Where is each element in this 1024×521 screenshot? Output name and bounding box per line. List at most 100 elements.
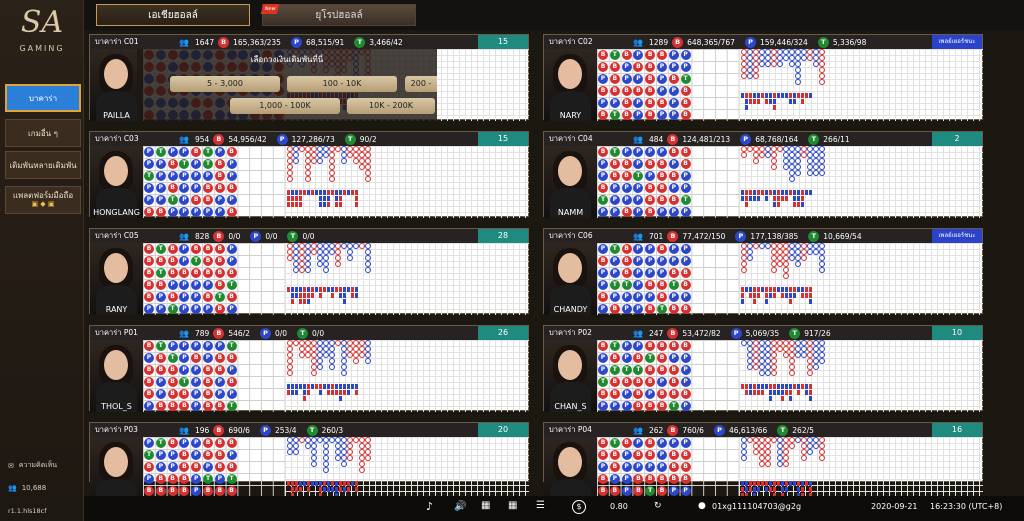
feedback-link[interactable]: ✉ ความคิดเห็น <box>8 460 57 471</box>
table-tile[interactable]: บาคาร่า C03 👥 954 B 54,956/42 P 127,286/73 T 90/… <box>89 131 529 218</box>
derived-road-mark <box>303 390 306 395</box>
road-bead: T <box>680 195 691 205</box>
sidebar-item-baccarat[interactable]: บาคาร่า <box>5 84 81 112</box>
road-bead: B <box>155 474 166 484</box>
road-bead: P <box>155 159 166 169</box>
bet-limit-option[interactable]: 5 - 3,000 <box>170 76 280 92</box>
road-bead: P <box>598 171 608 181</box>
road-bead: P <box>203 280 213 290</box>
road-bead: B <box>203 486 213 496</box>
road-bead: B <box>226 207 237 217</box>
road-bead: P <box>155 462 166 472</box>
road-bead: P <box>633 74 644 84</box>
music-icon[interactable]: ♪ <box>426 500 433 513</box>
derived-road-mark <box>335 202 338 207</box>
road-bead: P <box>668 486 679 496</box>
road-bead: P <box>680 438 691 448</box>
road-bead: P <box>191 438 202 448</box>
road-bead: B <box>598 110 608 120</box>
road-bead: P <box>680 486 691 496</box>
derived-road-mark <box>745 481 748 486</box>
road-bead: B <box>167 292 178 302</box>
road-bead: B <box>203 195 213 205</box>
derived-road-mark <box>287 202 290 207</box>
table-name: บาคาร่า C03 <box>95 134 139 143</box>
player-count: 789 <box>195 328 210 338</box>
road-bead: P <box>633 159 644 169</box>
derived-road-mark <box>789 299 792 304</box>
dealer-name: THOL_S <box>101 402 132 411</box>
road-bead: T <box>621 280 632 290</box>
derived-road-mark <box>793 99 796 104</box>
sidebar-item-mobile[interactable]: แพลตฟอร์มมือถือ ▣ ◆ ▣ <box>5 186 81 214</box>
road-bead: B <box>598 183 608 193</box>
road-bead: P <box>155 377 166 387</box>
derived-road-mark <box>809 396 812 401</box>
derived-road-mark <box>315 190 318 195</box>
road-bead: B <box>609 86 620 96</box>
derived-road-mark <box>745 390 748 395</box>
table-tile[interactable]: บาคาร่า P01 👥 789 B 546/2 P 0/0 T 0/0 26 THOL_S B P B… <box>89 325 529 412</box>
road-bead: P <box>598 401 608 411</box>
bet-limit-option[interactable]: 200 - 50K <box>405 76 437 92</box>
banker-icon: B <box>667 327 679 339</box>
derived-road-mark <box>773 105 776 110</box>
derived-road-mark <box>749 384 752 389</box>
derived-road-mark <box>741 93 744 98</box>
sidebar-item-other-games[interactable]: เกมอื่น ๆ <box>5 119 81 147</box>
derived-road-mark <box>785 190 788 195</box>
round-count-badge: 15 <box>478 132 528 146</box>
road-bead: B <box>167 486 178 496</box>
bet-limit-option[interactable]: 1,000 - 100K <box>230 98 340 114</box>
big-road-mark <box>323 267 329 273</box>
table-tile[interactable]: บาคาร่า P02 👥 247 B 53,472/82 P 5,069/35 T 917/2… <box>543 325 983 412</box>
road-bead: B <box>167 256 178 266</box>
table-tile[interactable]: บาคาร่า C04 👥 484 B 124,481/213 P 68,768/164 T 2… <box>543 131 983 218</box>
road-bead: B <box>609 450 620 460</box>
player-icon: P <box>713 424 725 436</box>
list-view-icon[interactable]: ☰ <box>536 500 545 511</box>
table-tile[interactable]: บาคาร่า C06 👥 701 B 77,472/150 P 177,138/385 T 1… <box>543 228 983 315</box>
road-bead: P <box>191 450 202 460</box>
derived-road-mark <box>801 481 804 486</box>
tab-europe-hall[interactable]: ยุโรปฮอลล์ <box>262 4 416 26</box>
table-tile[interactable]: บาคาร่า C02 👥 1289 B 648,365/767 P 159,446/324… <box>543 34 983 121</box>
derived-road-mark <box>777 481 780 486</box>
table-tile[interactable]: บาคาร่า P04 👥 262 B 760/6 P 46,613/66 T 262/5 16 B… <box>543 422 983 509</box>
road-bead: T <box>609 147 620 157</box>
bet-limit-option[interactable]: 10K - 200K <box>347 98 435 114</box>
sidebar-item-multi-bet[interactable]: เดิมพันหลายเดิมพัน <box>5 151 81 179</box>
refresh-icon[interactable]: ↻ <box>654 501 662 511</box>
bet-limit-option[interactable]: 100 - 10K <box>287 76 397 92</box>
derived-road-mark <box>773 93 776 98</box>
derived-road-mark <box>769 384 772 389</box>
road-bead: P <box>609 256 620 266</box>
new-badge: New <box>260 4 280 14</box>
volume-icon[interactable]: 🔊 <box>454 501 466 512</box>
derived-road-mark <box>761 93 764 98</box>
table-tile[interactable]: บาคาร่า C05 👥 828 B 0/0 P 0/0 T 0/0 28 RANY B B B B B P T… <box>89 228 529 315</box>
derived-road-mark <box>785 487 788 492</box>
big-road <box>739 243 983 315</box>
grid-medium-icon[interactable]: ▦ <box>508 500 517 511</box>
road-bead: B <box>657 50 667 60</box>
road-bead: B <box>645 98 656 108</box>
derived-road-mark <box>327 196 330 201</box>
derived-road-mark <box>773 99 776 104</box>
round-count-badge: 10 <box>932 326 982 340</box>
road-bead: P <box>668 86 679 96</box>
table-name: บาคาร่า P03 <box>95 425 138 434</box>
derived-road-mark <box>741 190 744 195</box>
derived-road-mark <box>805 481 808 486</box>
road-bead: B <box>657 244 667 254</box>
derived-road-mark <box>757 99 760 104</box>
tab-asia-hall[interactable]: เอเชียฮอลล์ <box>96 4 250 26</box>
grid-large-icon[interactable]: ▦ <box>481 500 490 511</box>
player-icon: P <box>744 36 756 48</box>
dealer-name: PAILLA <box>103 111 130 120</box>
road-bead: B <box>621 377 632 387</box>
road-bead: P <box>191 292 202 302</box>
table-tile[interactable]: บาคาร่า P03 👥 196 B 690/6 P 253/4 T 260/3 20 P T B P B… <box>89 422 529 509</box>
round-count-badge: 28 <box>478 229 528 243</box>
road-bead: P <box>633 280 644 290</box>
